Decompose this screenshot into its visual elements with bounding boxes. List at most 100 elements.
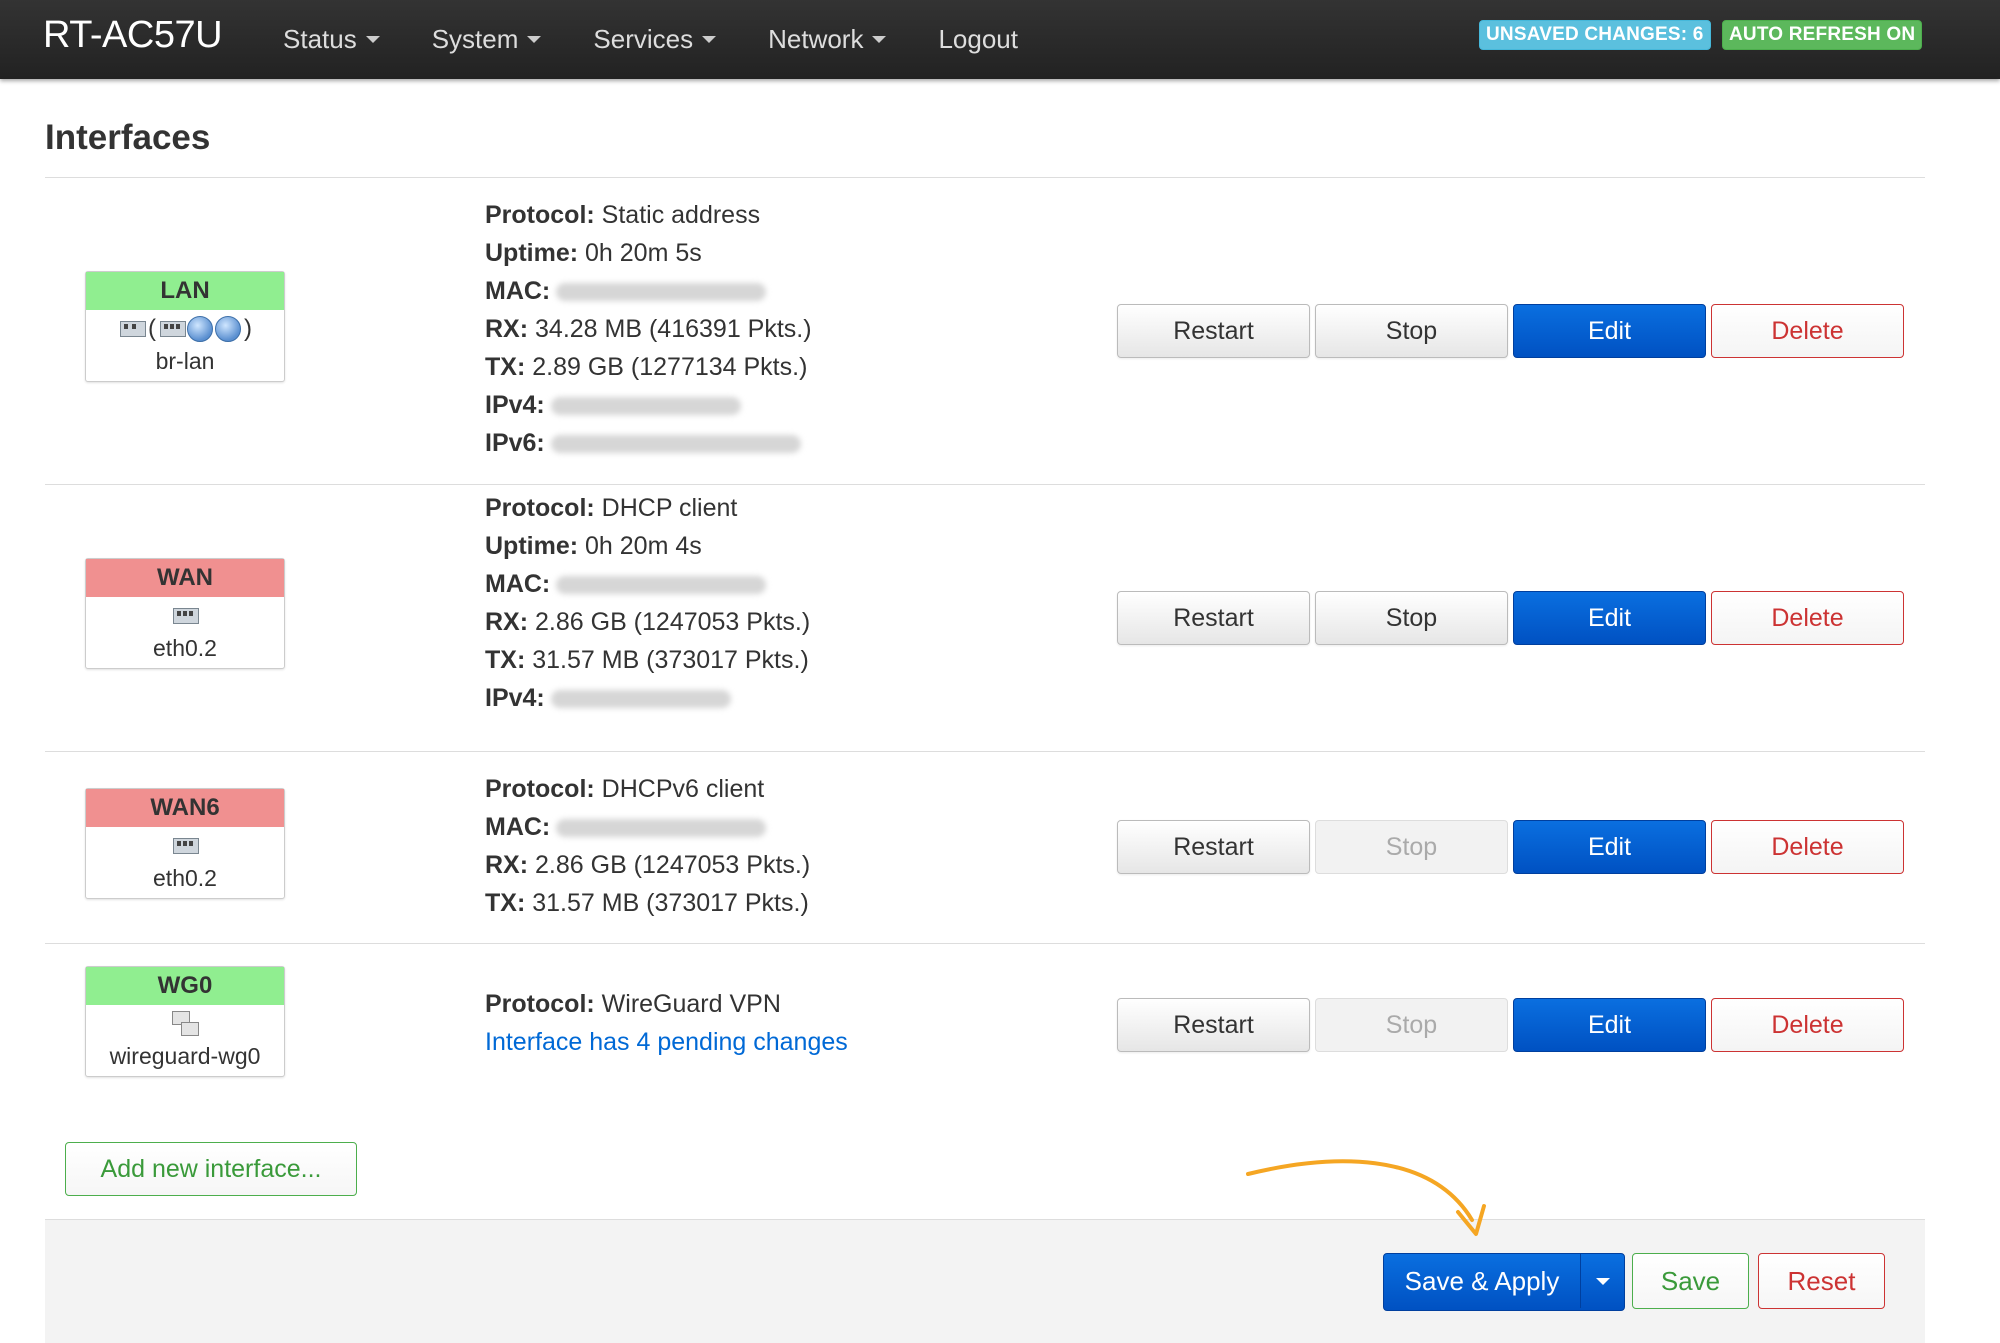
ipv6-label: IPv6: [485, 429, 545, 457]
ethernet-port-icon [171, 605, 199, 627]
interface-icons: ( ) [86, 310, 284, 348]
interface-badge-wan6[interactable]: WAN6 eth0.2 [85, 788, 285, 899]
delete-button[interactable]: Delete [1711, 998, 1904, 1052]
protocol-value: WireGuard VPN [601, 990, 781, 1018]
brand-title[interactable]: RT-AC57U [43, 14, 223, 57]
redacted-mac [556, 819, 767, 838]
chevron-down-icon [872, 36, 887, 43]
mac-label: MAC: [485, 813, 551, 841]
redacted-ipv4 [550, 690, 731, 709]
ipv4-label: IPv4: [485, 684, 545, 712]
interface-info: Protocol: WireGuard VPN Interface has 4 … [485, 985, 848, 1061]
interface-row-wan: WAN eth0.2 Protocol: DHCP client Uptime:… [45, 485, 1925, 751]
stop-button[interactable]: Stop [1315, 304, 1508, 358]
stop-button: Stop [1315, 820, 1508, 874]
ethernet-port-icon [158, 318, 186, 340]
interface-badge-wan[interactable]: WAN eth0.2 [85, 558, 285, 669]
save-apply-dropdown-toggle[interactable] [1580, 1254, 1624, 1308]
tx-label: TX: [485, 646, 526, 674]
mac-label: MAC: [485, 570, 551, 598]
menu-system-label: System [431, 24, 519, 54]
menu-services[interactable]: Services [593, 0, 738, 79]
interface-device: eth0.2 [153, 635, 217, 661]
tx-label: TX: [485, 889, 526, 917]
menu-logout[interactable]: Logout [938, 0, 1040, 79]
restart-button[interactable]: Restart [1117, 304, 1310, 358]
rx-label: RX: [485, 608, 529, 636]
bridge-icon [118, 318, 146, 340]
redacted-ipv4 [550, 397, 741, 416]
rx-label: RX: [485, 851, 529, 879]
edit-button[interactable]: Edit [1513, 820, 1706, 874]
delete-button[interactable]: Delete [1711, 591, 1904, 645]
interface-name: LAN [86, 272, 284, 310]
protocol-label: Protocol: [485, 201, 595, 229]
protocol-label: Protocol: [485, 990, 595, 1018]
interface-icons [86, 597, 284, 635]
save-button[interactable]: Save [1632, 1253, 1749, 1309]
interface-icons [86, 1005, 284, 1043]
add-interface-button[interactable]: Add new interface... [65, 1142, 357, 1196]
main-menu: Status System Services Network Logout [283, 0, 1070, 79]
pending-changes-link[interactable]: Interface has 4 pending changes [485, 1028, 848, 1056]
rx-label: RX: [485, 315, 529, 343]
interface-device: wireguard-wg0 [109, 1043, 261, 1069]
wireless-icon [187, 316, 213, 342]
interface-icons [86, 827, 284, 865]
restart-button[interactable]: Restart [1117, 820, 1310, 874]
page-title: Interfaces [45, 118, 211, 157]
menu-network-label: Network [768, 24, 864, 54]
uptime-label: Uptime: [485, 239, 579, 267]
stop-button: Stop [1315, 998, 1508, 1052]
protocol-label: Protocol: [485, 775, 595, 803]
uptime-value: 0h 20m 5s [585, 239, 702, 267]
chevron-down-icon [702, 36, 717, 43]
restart-button[interactable]: Restart [1117, 591, 1310, 645]
interface-name: WAN [86, 559, 284, 597]
wireless-icon [215, 316, 241, 342]
menu-status-label: Status [283, 24, 357, 54]
uptime-label: Uptime: [485, 532, 579, 560]
interface-row-wg0: WG0 wireguard-wg0 Protocol: WireGuard VP… [45, 944, 1925, 1114]
interface-badge-wg0[interactable]: WG0 wireguard-wg0 [85, 966, 285, 1077]
menu-status[interactable]: Status [283, 0, 402, 79]
menu-services-label: Services [593, 24, 694, 54]
redacted-ipv6 [550, 435, 801, 454]
interface-actions: Restart Stop Edit Delete [1117, 998, 1904, 1052]
stop-button[interactable]: Stop [1315, 591, 1508, 645]
tx-value: 2.89 GB (1277134 Pkts.) [532, 353, 808, 381]
protocol-value: Static address [601, 201, 761, 229]
interface-device: br-lan [155, 348, 215, 374]
save-apply-button[interactable]: Save & Apply [1384, 1254, 1580, 1308]
edit-button[interactable]: Edit [1513, 591, 1706, 645]
rx-value: 2.86 GB (1247053 Pkts.) [535, 851, 811, 879]
interface-info: Protocol: DHCPv6 client MAC: RX: 2.86 GB… [485, 770, 810, 922]
interface-actions: Restart Stop Edit Delete [1117, 591, 1904, 645]
mac-label: MAC: [485, 277, 551, 305]
tx-value: 31.57 MB (373017 Pkts.) [532, 646, 809, 674]
protocol-value: DHCPv6 client [601, 775, 765, 803]
delete-button[interactable]: Delete [1711, 304, 1904, 358]
interface-actions: Restart Stop Edit Delete [1117, 304, 1904, 358]
delete-button[interactable]: Delete [1711, 820, 1904, 874]
interface-device: eth0.2 [153, 865, 217, 891]
menu-system[interactable]: System [432, 0, 564, 79]
edit-button[interactable]: Edit [1513, 304, 1706, 358]
reset-button[interactable]: Reset [1758, 1253, 1885, 1309]
restart-button[interactable]: Restart [1117, 998, 1310, 1052]
interface-badge-lan[interactable]: LAN ( ) br-lan [85, 271, 285, 382]
rx-value: 34.28 MB (416391 Pkts.) [535, 315, 812, 343]
auto-refresh-badge[interactable]: AUTO REFRESH ON [1722, 20, 1923, 50]
tx-label: TX: [485, 353, 526, 381]
tx-value: 31.57 MB (373017 Pkts.) [532, 889, 809, 917]
edit-button[interactable]: Edit [1513, 998, 1706, 1052]
ethernet-port-icon [171, 835, 199, 857]
interface-row-lan: LAN ( ) br-lan Protocol: Static address … [45, 178, 1925, 484]
ipv4-label: IPv4: [485, 391, 545, 419]
unsaved-changes-badge[interactable]: UNSAVED CHANGES: 6 [1479, 20, 1711, 50]
rx-value: 2.86 GB (1247053 Pkts.) [535, 608, 811, 636]
chevron-down-icon [1595, 1277, 1610, 1285]
interface-name: WAN6 [86, 789, 284, 827]
menu-network[interactable]: Network [768, 0, 908, 79]
save-apply-button-group: Save & Apply [1383, 1253, 1625, 1311]
